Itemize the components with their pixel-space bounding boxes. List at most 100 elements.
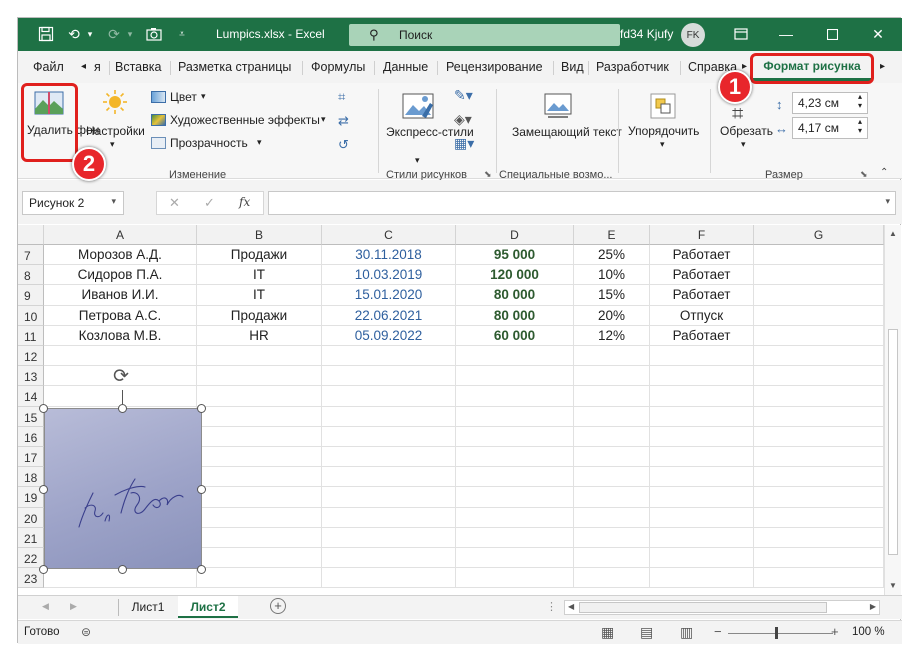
zoom-slider-thumb[interactable] [775,627,778,639]
spin-up-icon[interactable]: ▴ [858,117,862,126]
cell[interactable] [197,548,322,569]
resize-handle[interactable] [39,485,48,494]
tab-view[interactable]: Вид [561,60,584,74]
cell[interactable] [44,346,197,367]
reset-picture-icon[interactable]: ↺ [338,137,349,153]
cell[interactable]: IT [197,265,322,286]
row-header[interactable]: 11 [18,325,44,346]
horizontal-scrollbar[interactable]: ◀ ▶ [564,600,880,615]
cell[interactable] [754,366,884,387]
cell[interactable]: 95 000 [456,245,574,266]
cell[interactable]: Работает [650,265,754,286]
cell[interactable] [197,507,322,528]
cell[interactable] [650,507,754,528]
dialog-launcher-icon[interactable]: ⬊ [484,169,492,180]
sheet-scroll-right-icon[interactable]: ▶ [70,601,77,612]
zoom-slider[interactable] [728,633,833,634]
cell[interactable]: 30.11.2018 [322,245,456,266]
row-header[interactable]: 9 [18,285,44,306]
resize-handle[interactable] [197,565,206,574]
row-header[interactable]: 17 [18,447,44,468]
cell[interactable] [574,426,650,447]
cell[interactable] [456,386,574,407]
cell[interactable]: IT [197,285,322,306]
cancel-icon[interactable]: ✕ [169,195,180,211]
cell[interactable] [197,447,322,468]
cell[interactable] [574,548,650,569]
zoom-out-icon[interactable]: − [714,624,722,639]
cell[interactable] [574,568,650,589]
cell[interactable]: 05.09.2022 [322,325,456,346]
column-header[interactable]: G [754,225,884,245]
cell[interactable]: 80 000 [456,305,574,326]
page-layout-view-icon[interactable]: ▤ [640,624,653,641]
cell[interactable] [754,386,884,407]
cell[interactable]: 20% [574,305,650,326]
close-icon[interactable]: ✕ [870,26,886,42]
cell[interactable]: 10% [574,265,650,286]
cell[interactable] [197,366,322,387]
maximize-icon[interactable] [824,26,840,42]
normal-view-icon[interactable]: ▦ [601,624,614,641]
cell[interactable] [754,507,884,528]
enter-icon[interactable]: ✓ [204,195,215,211]
row-header[interactable]: 21 [18,527,44,548]
cell[interactable] [650,568,754,589]
cell[interactable]: 80 000 [456,285,574,306]
undo-dropdown-icon[interactable]: ▾ [82,26,98,42]
color-button[interactable]: Цвет ▾ [151,90,231,106]
cell[interactable] [574,487,650,508]
cell[interactable] [754,527,884,548]
cell[interactable] [754,447,884,468]
cell[interactable] [456,346,574,367]
row-header[interactable]: 18 [18,467,44,488]
artistic-effects-button[interactable]: Художественные эффекты ▾ [151,113,331,129]
cell[interactable] [197,467,322,488]
resize-handle[interactable] [118,565,127,574]
sheet-tab-1[interactable]: Лист1 [119,596,177,618]
transparency-button[interactable]: Прозрачность ▾ [151,136,281,152]
tab-insert[interactable]: Вставка [115,60,161,74]
cell[interactable]: Петрова А.С. [44,305,197,326]
cell[interactable]: Продажи [197,245,322,266]
cell[interactable] [456,406,574,427]
cell[interactable] [650,447,754,468]
width-field[interactable]: 4,17 см ▴ ▾ [792,117,868,139]
compress-pictures-icon[interactable]: ⌗ [338,89,345,105]
zoom-in-icon[interactable]: + [831,624,839,639]
cell[interactable] [322,406,456,427]
cell[interactable] [650,406,754,427]
undo-icon[interactable]: ⟲ [66,26,82,42]
scroll-right-icon[interactable]: ▶ [870,602,876,611]
column-header[interactable]: F [650,225,754,245]
cell[interactable] [754,346,884,367]
cell[interactable] [754,245,884,266]
cell[interactable] [650,487,754,508]
cell[interactable]: 60 000 [456,325,574,346]
cell[interactable] [322,568,456,589]
name-box[interactable]: Рисунок 2 ▾ [22,191,124,215]
row-header[interactable]: 12 [18,346,44,367]
cell[interactable]: Работает [650,245,754,266]
tab-developer[interactable]: Разработчик [596,60,669,74]
cell[interactable] [574,366,650,387]
cell[interactable]: 22.06.2021 [322,305,456,326]
formula-input[interactable]: ▾ [268,191,896,215]
cell[interactable] [322,487,456,508]
cell[interactable] [754,325,884,346]
cell[interactable] [322,426,456,447]
cell[interactable]: 120 000 [456,265,574,286]
cell[interactable] [322,447,456,468]
scroll-down-icon[interactable]: ▼ [889,581,897,590]
cell[interactable] [197,487,322,508]
customize-toolbar-icon[interactable]: ⩡ [174,26,190,42]
cell[interactable] [574,447,650,468]
cell[interactable] [197,406,322,427]
column-header[interactable]: A [44,225,197,245]
search-box[interactable]: ⚲ Поиск [349,24,620,46]
picture-border-icon[interactable]: ✎▾ [454,87,473,104]
h-scroll-thumb[interactable] [579,602,827,613]
cell[interactable] [574,406,650,427]
column-header[interactable]: C [322,225,456,245]
cell[interactable] [650,467,754,488]
